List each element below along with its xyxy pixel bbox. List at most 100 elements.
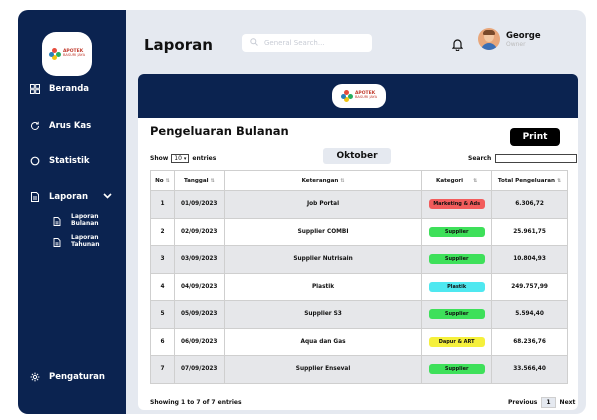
sidebar-item-pengaturan[interactable]: Pengaturan [30,372,105,382]
cell-tanggal: 02/09/2023 [173,217,225,246]
report-card: APOTEK BASURI JAYA Pengeluaran Bulanan P… [138,74,578,410]
category-badge: Supplier [428,226,485,237]
sidebar-subitem-label: Laporan Tahunan [71,234,100,248]
category-badge: Plastik [428,281,485,292]
entries-value: 10 [174,155,182,162]
sort-icon: ⇅ [473,177,478,184]
category-badge: Supplier [428,309,485,320]
sidebar-subitem-laporan-bulanan[interactable]: Laporan Bulanan [53,211,105,230]
cell-kategori: Marketing & Ads [421,190,493,219]
brand-line2: BASURI JAYA [354,95,378,100]
bell-icon[interactable] [451,36,464,55]
table-row[interactable]: 6 06/09/2023 Aqua dan Gas Dapur & ART 68.236… [150,327,568,356]
show-label: Show [150,155,169,162]
table-info: Showing 1 to 7 of 7 entries [150,399,242,406]
search-label: Search [468,155,492,162]
gear-icon [30,372,40,382]
sidebar-item-statistik[interactable]: Statistik [30,156,90,166]
file-icon [53,211,61,230]
category-badge: Dapur & ART [428,336,485,347]
page-1-button[interactable]: 1 [541,397,556,408]
cell-kategori: Dapur & ART [421,327,493,356]
column-header-tanggal[interactable]: Tanggal ⇅ [173,170,225,191]
table-row[interactable]: 5 05/09/2023 Supplier S3 Supplier 5.594,40 [150,300,568,329]
table-search-input[interactable] [495,154,578,163]
sort-icon: ⇅ [340,177,345,184]
sidebar-subitem-label: Laporan Bulanan [71,213,99,227]
cell-no: 7 [150,355,175,384]
sidebar-item-label: Laporan [49,192,89,202]
cell-tanggal: 07/09/2023 [173,355,225,384]
next-button[interactable]: Next [560,399,576,406]
refresh-icon [30,121,40,131]
sidebar-item-label: Statistik [49,156,90,166]
cell-total: 25.961,75 [491,217,568,246]
cell-kategori: Supplier [421,217,493,246]
cell-keterangan: Supplier Nutrisain [223,245,423,274]
main-area: Laporan General Search... George Owner A… [126,10,586,414]
previous-button[interactable]: Previous [508,399,537,406]
cell-tanggal: 05/09/2023 [173,300,225,329]
cell-tanggal: 06/09/2023 [173,327,225,356]
circle-icon [30,156,40,166]
cell-keterangan: Supplier S3 [223,300,423,329]
sidebar-item-label: Beranda [49,84,90,94]
cell-no: 6 [150,327,175,356]
cell-total: 33.566,40 [491,355,568,384]
sidebar-item-arus-kas[interactable]: Arus Kas [30,121,91,131]
table-row[interactable]: 3 03/09/2023 Supplier Nutrisain Supplier 10.… [150,245,568,274]
cell-total: 6.306,72 [491,190,568,219]
sidebar-subitem-laporan-tahunan[interactable]: Laporan Tahunan [53,232,105,251]
column-header-no[interactable]: No ⇅ [150,170,175,191]
cell-kategori: Supplier [421,300,493,329]
sort-icon: ⇅ [165,177,170,184]
cell-no: 2 [150,217,175,246]
cell-total: 249.757,99 [491,272,568,301]
caret-down-icon: ▾ [183,155,187,162]
cell-keterangan: Plastik [223,272,423,301]
table-search: Search [468,154,578,163]
report-header-banner: APOTEK BASURI JAYA [138,74,578,118]
table-row[interactable]: 2 02/09/2023 Supplier COMBI Supplier 25.961,… [150,217,568,246]
cell-total: 5.594,40 [491,300,568,329]
cell-kategori: Supplier [421,355,493,384]
table-row[interactable]: 4 04/09/2023 Plastik Plastik 249.757,99 [150,272,568,301]
sidebar-item-label: Arus Kas [49,121,92,131]
search-input[interactable]: General Search... [242,34,372,52]
month-label[interactable]: Oktober [323,148,391,164]
sidebar-item-label: Pengaturan [49,372,105,382]
cell-total: 10.804,93 [491,245,568,274]
category-badge: Marketing & Ads [428,199,485,210]
table-row[interactable]: 1 01/09/2023 Job Portal Marketing & Ads 6.30… [150,190,568,219]
entries-select[interactable]: 10 ▾ [171,154,190,163]
category-badge: Supplier [428,364,485,375]
expense-table: No ⇅ Tanggal ⇅ Keterangan ⇅ Kategori ⇅ Total… [150,170,568,384]
print-button[interactable]: Print [510,128,560,146]
table-row[interactable]: 7 07/09/2023 Supplier Enseval Supplier 33.56… [150,355,568,384]
report-title: Pengeluaran Bulanan [150,124,289,138]
user-profile[interactable]: George Owner [478,28,541,50]
document-icon [30,192,40,202]
sidebar-item-laporan[interactable]: Laporan [30,192,112,202]
app-frame: APOTEK BASURI JAYA Beranda Arus Kas Stat… [18,10,586,414]
show-entries: Show 10 ▾ entries [150,154,216,163]
cell-total: 68.236,76 [491,327,568,356]
cell-no: 3 [150,245,175,274]
cell-tanggal: 04/09/2023 [173,272,225,301]
cell-keterangan: Job Portal [223,190,423,219]
user-name: George [506,30,541,41]
sidebar-item-beranda[interactable]: Beranda [30,84,89,94]
cell-keterangan: Supplier COMBI [223,217,423,246]
column-header-total[interactable]: Total Pengeluaran ⇅ [491,170,568,191]
sidebar: APOTEK BASURI JAYA Beranda Arus Kas Stat… [18,10,126,414]
cell-tanggal: 01/09/2023 [173,190,225,219]
brand-logo[interactable]: APOTEK BASURI JAYA [42,32,92,76]
pagination: Previous 1 Next [508,397,575,408]
brand-line2: BASURI JAYA [62,53,86,58]
column-header-kategori[interactable]: Kategori ⇅ [421,170,493,191]
file-icon [53,232,61,251]
cell-no: 4 [150,272,175,301]
table-header-row: No ⇅ Tanggal ⇅ Keterangan ⇅ Kategori ⇅ Total… [150,170,568,191]
flower-logo-icon [340,90,353,102]
column-header-keterangan[interactable]: Keterangan ⇅ [223,170,423,191]
